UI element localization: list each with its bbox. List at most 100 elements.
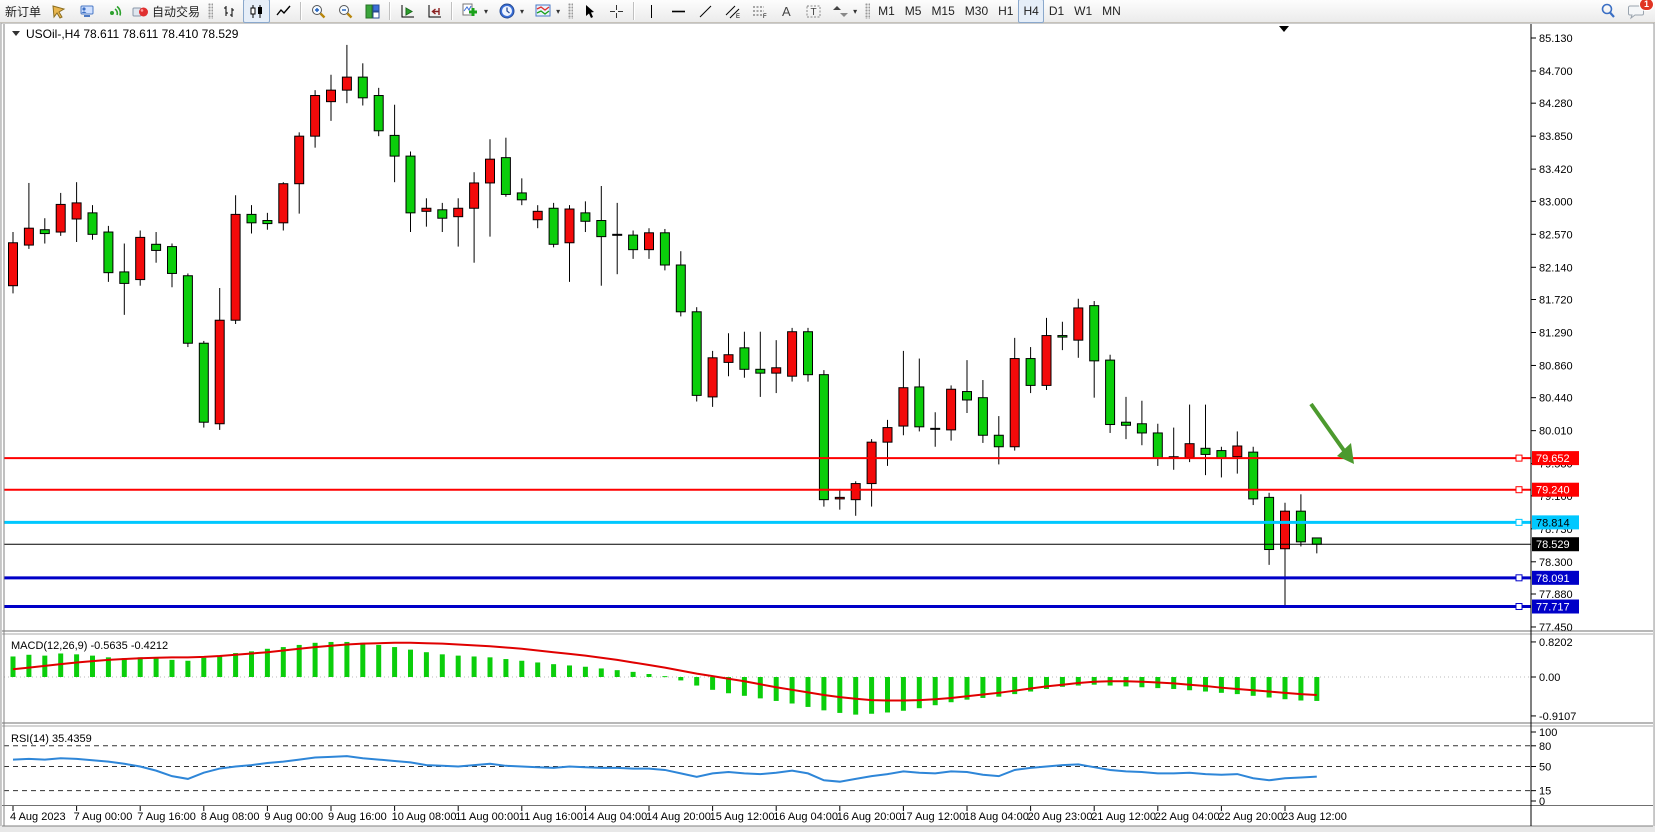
candle-bull [342,77,351,90]
hline-anchor-marker[interactable] [1516,575,1522,581]
vertical-line-button[interactable] [638,0,665,23]
hline-anchor-marker[interactable] [1516,487,1522,493]
chart-window[interactable]: USOil-,H4 78.611 78.611 78.410 78.529MAC… [0,22,1655,832]
autotrading-button[interactable]: 自动交易 [127,0,205,23]
metaeditor-button[interactable] [46,0,73,23]
draw-group: EFA T ▾ [638,0,862,22]
text-button[interactable]: A [773,0,800,23]
hline-anchor-marker[interactable] [1516,519,1522,525]
svg-text:A: A [782,4,791,19]
tf-h1-button-label: H1 [998,4,1013,18]
cursor-group [576,0,630,22]
line-chart-button[interactable] [270,0,297,23]
dropdown-arrow-icon[interactable]: ▾ [484,7,488,16]
macd-histogram-bar [615,670,620,677]
fibonacci-button[interactable]: F [746,0,773,23]
svg-text:T: T [811,7,817,18]
bar-chart-button[interactable] [216,0,243,23]
price-tick-label: 82.140 [1539,262,1573,274]
tile-windows-button[interactable] [359,0,386,23]
rsi-axis-label: 50 [1539,762,1551,774]
notifications-button[interactable]: 1 [1622,0,1651,23]
zoom-out-icon [337,3,354,20]
tf-m1-button[interactable]: M1 [873,0,900,23]
zoom-in-button[interactable] [305,0,332,23]
terminal-button[interactable] [73,0,100,23]
crosshair-button[interactable] [603,0,630,23]
auto-scroll-button[interactable] [394,0,421,23]
candle-bull [215,320,224,424]
candle-bull [645,233,654,250]
macd-histogram-bar [1235,677,1240,694]
candle-bull [295,136,304,184]
macd-histogram-bar [519,661,524,677]
macd-histogram-bar [138,657,143,677]
search-button[interactable] [1594,0,1622,23]
time-tick-label: 11 Aug 16:00 [519,811,583,823]
time-tick-label: 9 Aug 00:00 [264,811,323,823]
candle-bull [1233,446,1242,457]
tf-mn-button[interactable]: MN [1097,0,1126,23]
candle-bull [24,228,33,245]
macd-histogram-bar [201,658,206,677]
candle-bull [279,184,288,223]
time-tick-label: 10 Aug 08:00 [392,811,457,823]
new-order-button-label: 新订单 [5,3,41,20]
svg-text:E: E [736,14,740,20]
tf-d1-button[interactable]: D1 [1044,0,1069,23]
dropdown-arrow-icon[interactable]: ▾ [853,7,857,16]
time-tick-label: 21 Aug 12:00 [1091,811,1156,823]
toolbar-separator [389,2,391,20]
macd-histogram-bar [631,672,636,677]
chart-shift-button[interactable] [421,0,448,23]
hline-anchor-marker[interactable] [1516,455,1522,461]
text-icon: A [778,3,795,20]
tf-h1-button[interactable]: H1 [993,0,1018,23]
arrows-button[interactable]: ▾ [827,0,862,23]
candle-bear [1122,422,1131,425]
macd-histogram-bar [344,642,349,677]
chart-title: USOil-,H4 78.611 78.611 78.410 78.529 [26,27,239,41]
main-toolbar: 新订单 自动交易 ▾ ▾ ▾ EFA T ▾ M1M5M15M30 H1 H4D1W1MN 1 [0,0,1655,23]
horizontal-line-button[interactable] [665,0,692,23]
text-label-button[interactable]: T [800,0,827,23]
candle-bear [517,193,526,200]
dropdown-arrow-icon[interactable]: ▾ [520,7,524,16]
time-tick-label: 14 Aug 20:00 [646,811,711,823]
candle-bear [88,213,97,234]
macd-histogram-bar [853,677,858,715]
dropdown-arrow-icon[interactable]: ▾ [556,7,560,16]
candle-bull [835,497,844,499]
candle-bull [851,484,860,500]
cursor-button[interactable] [576,0,603,23]
objects-group: ▾ ▾ ▾ [456,0,565,22]
tf-m5-button[interactable]: M5 [900,0,927,23]
candle-bear [994,435,1003,447]
toolbar-separator [451,2,453,20]
macd-histogram-bar [392,647,397,677]
toolbar-right-group: 1 [1594,0,1651,23]
tf-w1-button[interactable]: W1 [1069,0,1097,23]
signals-button[interactable] [100,0,127,23]
trendline-button[interactable] [692,0,719,23]
candle-bull [422,208,431,211]
templates-button[interactable]: ▾ [529,0,565,23]
indicators-button[interactable]: ▾ [456,0,493,23]
new-order-button[interactable]: 新订单 [0,0,46,23]
candle-bull [56,204,65,232]
macd-histogram-bar [424,652,429,677]
tf-m15-button[interactable]: M15 [926,0,959,23]
candlestick-chart-button[interactable] [243,0,270,23]
label-icon: T [805,3,822,20]
tf-m30-button[interactable]: M30 [960,0,993,23]
macd-histogram-bar [170,660,175,677]
macd-histogram-bar [933,677,938,705]
channel-button[interactable]: E [719,0,746,23]
window-bottom-strip [0,826,1655,832]
hline-anchor-marker[interactable] [1516,604,1522,610]
macd-histogram-bar [1251,677,1256,696]
price-tick-label: 85.130 [1539,33,1573,45]
zoom-out-button[interactable] [332,0,359,23]
periods-button[interactable]: ▾ [493,0,529,23]
tf-h4-button[interactable]: H4 [1018,0,1043,23]
